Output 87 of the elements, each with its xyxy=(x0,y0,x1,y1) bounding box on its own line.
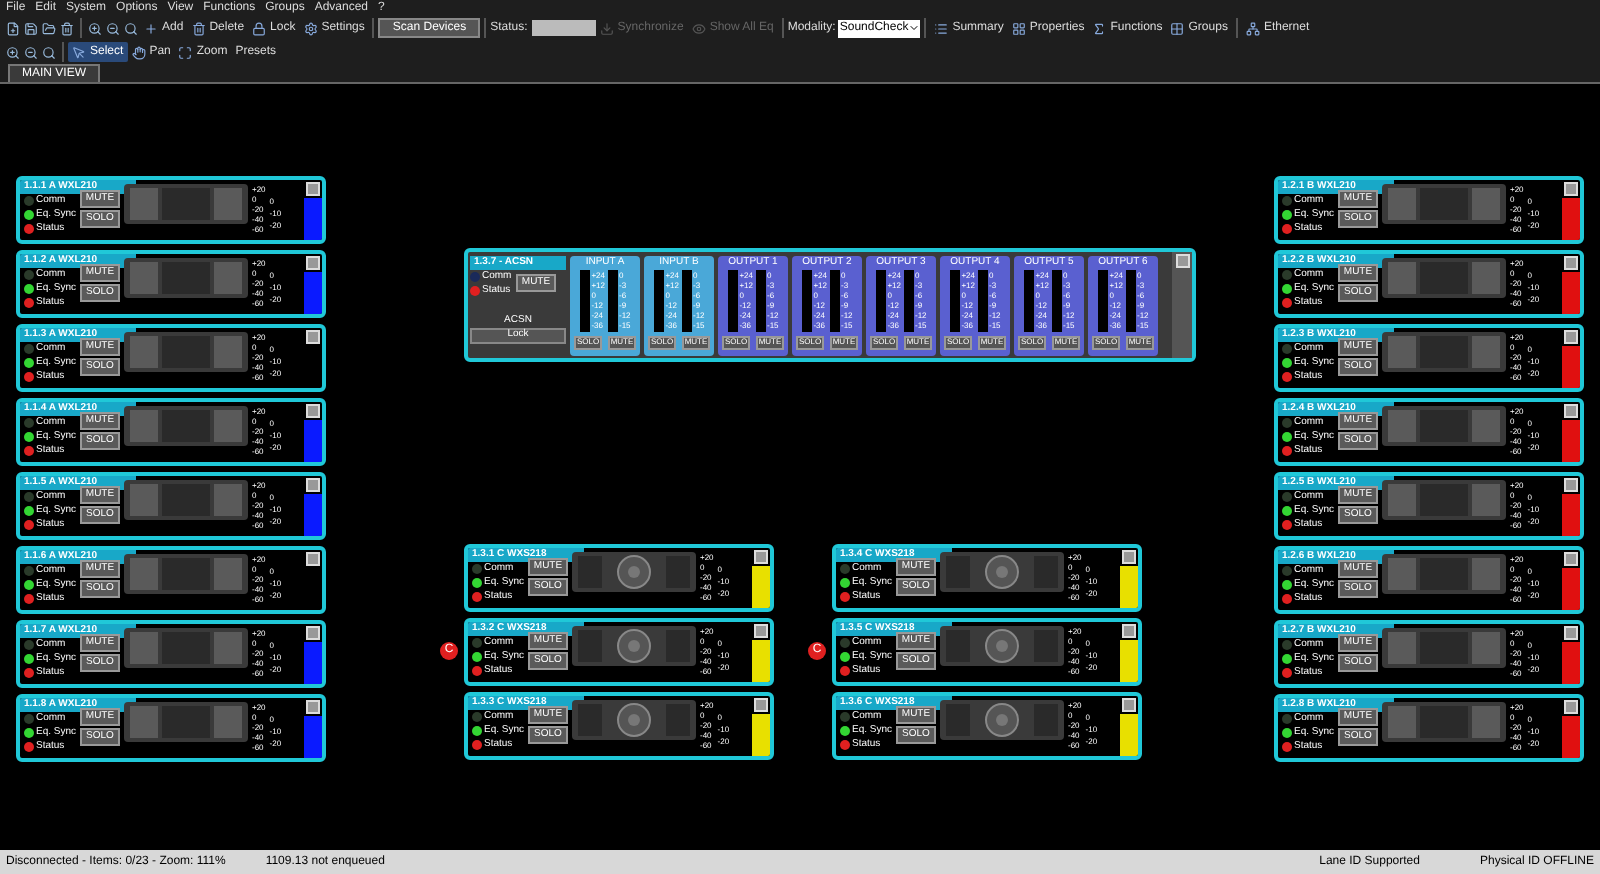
subwoofer-icon xyxy=(572,626,696,666)
meter-track xyxy=(1097,269,1108,331)
speaker-icon xyxy=(1382,480,1506,520)
expand-button[interactable] xyxy=(1564,626,1578,640)
toolbar-icon xyxy=(934,21,949,35)
meter-track xyxy=(579,269,590,331)
processor-card[interactable] xyxy=(464,248,1196,362)
toolbar-icon xyxy=(191,21,206,35)
save-icon[interactable] xyxy=(22,18,40,38)
speaker-icon xyxy=(1382,406,1506,446)
toolbar-icon xyxy=(691,21,706,35)
speaker-icon xyxy=(1382,702,1506,742)
toolbar-icon xyxy=(144,21,158,35)
speaker-icon xyxy=(1382,554,1506,594)
meter-track xyxy=(607,269,617,331)
meter-track xyxy=(727,269,738,331)
subwoofer-icon xyxy=(572,700,696,740)
expand-button[interactable] xyxy=(306,256,320,270)
toolbar-icon xyxy=(303,21,318,35)
meter-track xyxy=(1125,269,1135,331)
expand-button[interactable] xyxy=(306,552,320,566)
meter-track xyxy=(681,269,691,331)
expand-button[interactable] xyxy=(754,698,768,712)
meter-track xyxy=(1051,269,1061,331)
meter-track xyxy=(977,269,987,331)
speaker-icon xyxy=(124,554,248,594)
expand-button[interactable] xyxy=(306,700,320,714)
toolbar-icon xyxy=(599,21,614,35)
search-icon[interactable] xyxy=(40,42,58,62)
meter-track xyxy=(903,269,913,331)
expand-button[interactable] xyxy=(1564,478,1578,492)
search-icon[interactable] xyxy=(122,18,140,38)
expand-button[interactable] xyxy=(1122,550,1136,564)
scrollbar[interactable] xyxy=(1172,252,1192,358)
expand-button[interactable] xyxy=(1564,552,1578,566)
toolbar-icon xyxy=(252,21,267,35)
subwoofer-icon xyxy=(940,700,1064,740)
subwoofer-icon xyxy=(572,552,696,592)
speaker-icon xyxy=(1382,332,1506,372)
toolbar-icon xyxy=(131,45,146,59)
new-icon[interactable] xyxy=(4,18,22,38)
expand-button[interactable] xyxy=(754,550,768,564)
speaker-icon xyxy=(1382,258,1506,298)
subwoofer-icon xyxy=(940,552,1064,592)
expand-button[interactable] xyxy=(306,478,320,492)
expand-button[interactable] xyxy=(1564,256,1578,270)
speaker-icon xyxy=(124,406,248,446)
expand-button[interactable] xyxy=(306,404,320,418)
expand-button[interactable] xyxy=(306,330,320,344)
expand-button[interactable] xyxy=(1122,624,1136,638)
meter-track xyxy=(949,269,960,331)
toolbar-icon xyxy=(1011,21,1026,35)
toolbar-icon xyxy=(178,45,193,59)
zoom-in-icon[interactable] xyxy=(86,18,104,38)
meter-track xyxy=(829,269,839,331)
expand-button[interactable] xyxy=(1564,404,1578,418)
speaker-icon xyxy=(124,702,248,742)
toolbar-icon xyxy=(72,45,86,59)
expand-button[interactable] xyxy=(1564,182,1578,196)
toolbar-icon xyxy=(1245,21,1260,35)
meter-track xyxy=(1023,269,1034,331)
meter-track xyxy=(653,269,664,331)
speaker-icon xyxy=(124,628,248,668)
toolbar-icon xyxy=(1170,21,1185,35)
speaker-icon xyxy=(124,332,248,372)
subwoofer-icon xyxy=(940,626,1064,666)
expand-button[interactable] xyxy=(306,182,320,196)
toolbar-icon xyxy=(1092,21,1107,35)
speaker-icon xyxy=(124,184,248,224)
speaker-icon xyxy=(1382,628,1506,668)
expand-button[interactable] xyxy=(306,626,320,640)
meter-track xyxy=(755,269,765,331)
speaker-icon xyxy=(124,258,248,298)
speaker-icon xyxy=(1382,184,1506,224)
zoom-out-icon[interactable] xyxy=(104,18,122,38)
expand-button[interactable] xyxy=(1564,700,1578,714)
expand-button[interactable] xyxy=(754,624,768,638)
zoom-in-icon[interactable] xyxy=(4,42,22,62)
meter-track xyxy=(801,269,812,331)
folder-icon[interactable] xyxy=(40,18,58,38)
trash-icon[interactable] xyxy=(58,18,76,38)
status-field[interactable] xyxy=(531,20,596,36)
meter-track xyxy=(875,269,886,331)
expand-button[interactable] xyxy=(1564,330,1578,344)
expand-button[interactable] xyxy=(1122,698,1136,712)
speaker-icon xyxy=(124,480,248,520)
zoom-out-icon[interactable] xyxy=(22,42,40,62)
